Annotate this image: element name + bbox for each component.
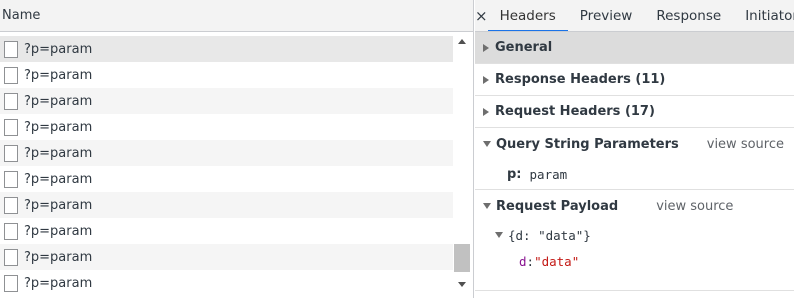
param-key: p: xyxy=(507,167,522,182)
tab-initiator[interactable]: Initiator xyxy=(733,0,794,31)
query-param-row: p: param xyxy=(475,160,794,190)
document-icon xyxy=(4,118,18,136)
request-name: ?p=param xyxy=(24,67,93,83)
section-response-headers[interactable]: Response Headers (11) xyxy=(475,64,794,96)
view-source-link[interactable]: view source xyxy=(656,199,733,214)
section-general[interactable]: General xyxy=(475,32,794,64)
document-icon xyxy=(4,222,18,240)
request-row[interactable]: ?p=param xyxy=(0,218,453,244)
document-icon xyxy=(4,40,18,58)
collapse-arrow-icon xyxy=(483,203,491,209)
list-header: Name xyxy=(0,0,473,32)
tab-response[interactable]: Response xyxy=(644,0,733,31)
scrollbar-thumb[interactable] xyxy=(454,244,470,272)
payload-root-preview: {d: "data"} xyxy=(508,227,591,243)
request-row[interactable]: ?p=param xyxy=(0,88,453,114)
document-icon xyxy=(4,274,18,292)
name-column-header[interactable]: Name xyxy=(2,8,40,23)
expand-arrow-icon xyxy=(483,43,489,52)
request-rows: ?p=param ?p=param ?p=param ?p=param ?p=p… xyxy=(0,36,453,296)
close-icon[interactable]: × xyxy=(475,0,488,31)
pane-bottom-divider xyxy=(475,290,794,298)
request-name: ?p=param xyxy=(24,145,93,161)
payload-key: d xyxy=(519,253,527,269)
request-row[interactable]: ?p=param xyxy=(0,140,453,166)
tab-preview[interactable]: Preview xyxy=(568,0,645,31)
request-details-pane: × Headers Preview Response Initiator Gen… xyxy=(475,0,794,298)
request-row[interactable]: ?p=param xyxy=(0,62,453,88)
request-row[interactable]: ?p=param xyxy=(0,36,453,62)
payload-separator: : xyxy=(526,253,535,269)
document-icon xyxy=(4,170,18,188)
document-icon xyxy=(4,92,18,110)
payload-tree-child: d: "data" xyxy=(475,248,794,274)
section-title: Request Payload xyxy=(496,198,619,214)
section-title: Request Headers (17) xyxy=(495,104,655,119)
expand-arrow-icon xyxy=(483,75,489,84)
tab-headers[interactable]: Headers xyxy=(487,0,568,31)
request-row[interactable]: ?p=param xyxy=(0,270,453,296)
request-name: ?p=param xyxy=(24,275,93,291)
expand-arrow-icon xyxy=(483,107,489,116)
collapse-arrow-icon[interactable] xyxy=(495,232,503,238)
request-name: ?p=param xyxy=(24,249,93,265)
request-name: ?p=param xyxy=(24,93,93,109)
request-row[interactable]: ?p=param xyxy=(0,114,453,140)
request-name: ?p=param xyxy=(24,41,93,57)
collapse-arrow-icon xyxy=(483,141,491,147)
document-icon xyxy=(4,196,18,214)
payload-tree-root[interactable]: {d: "data"} xyxy=(475,222,794,248)
request-row[interactable]: ?p=param xyxy=(0,166,453,192)
request-row[interactable]: ?p=param xyxy=(0,244,453,270)
view-source-link[interactable]: view source xyxy=(707,137,784,152)
document-icon xyxy=(4,144,18,162)
details-tab-bar: × Headers Preview Response Initiator xyxy=(475,0,794,32)
document-icon xyxy=(4,248,18,266)
document-icon xyxy=(4,66,18,84)
section-request-headers[interactable]: Request Headers (17) xyxy=(475,96,794,128)
section-query-string-parameters[interactable]: Query String Parameters view source xyxy=(475,128,794,160)
payload-value: "data" xyxy=(534,253,580,269)
scroll-up-arrow-icon[interactable] xyxy=(458,39,466,44)
section-title: Response Headers (11) xyxy=(495,72,666,87)
vertical-scrollbar[interactable] xyxy=(453,36,473,298)
request-name: ?p=param xyxy=(24,119,93,135)
section-title: General xyxy=(495,40,553,55)
section-request-payload[interactable]: Request Payload view source xyxy=(475,190,794,222)
scroll-down-arrow-icon[interactable] xyxy=(458,282,466,287)
request-row[interactable]: ?p=param xyxy=(0,192,453,218)
section-title: Query String Parameters xyxy=(496,136,679,152)
request-list-pane: Name ?p=param ?p=param ?p=param ?p=param… xyxy=(0,0,474,298)
request-name: ?p=param xyxy=(24,223,93,239)
request-name: ?p=param xyxy=(24,171,93,187)
param-value: param xyxy=(529,167,568,182)
request-name: ?p=param xyxy=(24,197,93,213)
